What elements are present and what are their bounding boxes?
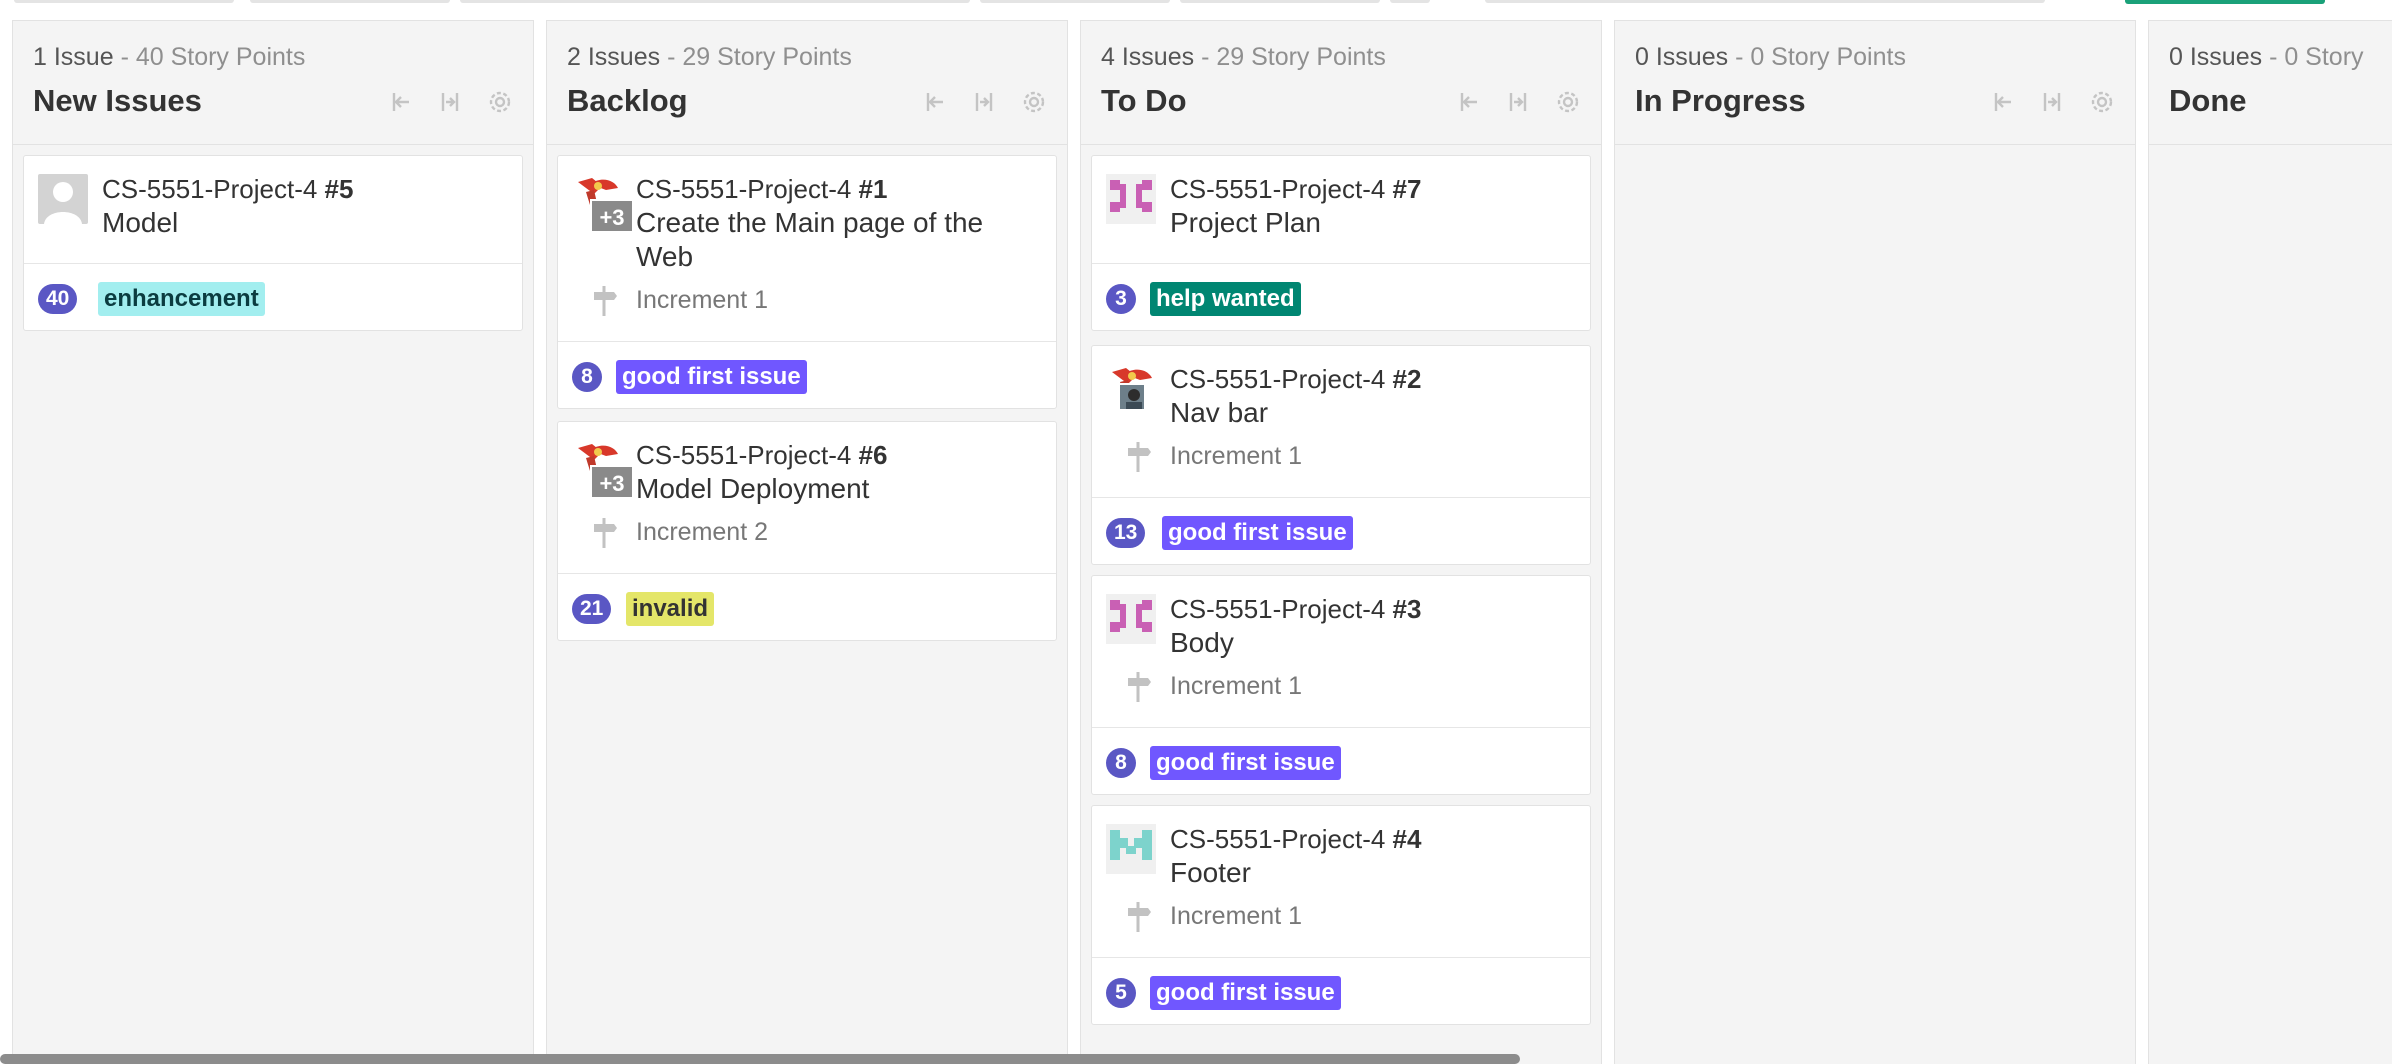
milestone[interactable]: Increment 1 (1128, 442, 1302, 472)
gear-icon[interactable] (2087, 87, 2117, 117)
top-toolbar-edge (0, 0, 2392, 6)
milestone-icon (1128, 442, 1151, 472)
label-good-first-issue[interactable]: good first issue (1150, 976, 1341, 1010)
column-title: New Issues (33, 83, 202, 118)
story-points-badge: 8 (572, 362, 602, 392)
issue-card[interactable]: +3 CS-5551-Project-4 #1 Create the Main … (557, 155, 1057, 409)
issue-card[interactable]: CS-5551-Project-4 #4 Footer Increment 1 … (1091, 805, 1591, 1025)
issue-title[interactable]: Nav bar (1170, 396, 1570, 430)
milestone[interactable]: Increment 1 (1128, 672, 1302, 702)
column-to-do: 4 Issues - 29 Story Points To Do CS-5551… (1080, 20, 1602, 1064)
column-header: 0 Issues - 0 Story Points In Progress (1615, 21, 2135, 145)
milestone-icon (594, 518, 617, 548)
gear-icon[interactable] (1553, 87, 1583, 117)
column-header: 0 Issues - 0 Story Done (2149, 21, 2392, 145)
collapse-left-icon[interactable] (1453, 87, 1483, 117)
label-good-first-issue[interactable]: good first issue (1150, 746, 1341, 780)
collapse-column-icon[interactable] (2037, 87, 2067, 117)
issue-title[interactable]: Model (102, 206, 502, 240)
label-invalid[interactable]: invalid (626, 592, 715, 626)
column-new-issues: 1 Issue - 40 Story Points New Issues CS-… (12, 20, 534, 1064)
column-count: 0 Issues - 0 Story Points (1635, 43, 1906, 71)
extra-assignees-badge: +3 (590, 199, 634, 233)
column-in-progress: 0 Issues - 0 Story Points In Progress (1614, 20, 2136, 1064)
column-title: Done (2169, 83, 2247, 118)
milestone-icon (1128, 902, 1151, 932)
column-title: In Progress (1635, 83, 1806, 118)
collapse-column-icon[interactable] (969, 87, 999, 117)
issue-title[interactable]: Project Plan (1170, 206, 1570, 240)
avatar (38, 174, 88, 224)
story-points-badge: 5 (1106, 978, 1136, 1008)
issue-title[interactable]: Body (1170, 626, 1570, 660)
column-count: 2 Issues - 29 Story Points (567, 43, 852, 71)
collapse-left-icon[interactable] (919, 87, 949, 117)
issue-card[interactable]: CS-5551-Project-4 #3 Body Increment 1 8 … (1091, 575, 1591, 795)
story-points-badge: 8 (1106, 748, 1136, 778)
story-points-badge: 3 (1106, 284, 1136, 314)
issue-title[interactable]: Create the Main page of the Web (636, 206, 1036, 274)
collapse-left-icon[interactable] (1987, 87, 2017, 117)
label-good-first-issue[interactable]: good first issue (1162, 516, 1353, 550)
story-points-badge: 21 (572, 594, 612, 624)
label-help-wanted[interactable]: help wanted (1150, 282, 1301, 316)
gear-icon[interactable] (485, 87, 515, 117)
collapse-column-icon[interactable] (1503, 87, 1533, 117)
column-title: Backlog (567, 83, 688, 118)
issue-reference[interactable]: CS-5551-Project-4 #2 (1170, 364, 1421, 395)
collapse-left-icon[interactable] (385, 87, 415, 117)
issue-card[interactable]: +3 CS-5551-Project-4 #6 Model Deployment… (557, 421, 1057, 641)
milestone[interactable]: Increment 1 (1128, 902, 1302, 932)
column-backlog: 2 Issues - 29 Story Points Backlog +3 CS… (546, 20, 1068, 1064)
story-points-badge: 13 (1106, 518, 1146, 548)
column-title: To Do (1101, 83, 1187, 118)
issue-reference[interactable]: CS-5551-Project-4 #3 (1170, 594, 1421, 625)
issue-title[interactable]: Footer (1170, 856, 1570, 890)
horizontal-scrollbar[interactable] (0, 1054, 1520, 1064)
column-header: 4 Issues - 29 Story Points To Do (1081, 21, 1601, 145)
issue-reference[interactable]: CS-5551-Project-4 #4 (1170, 824, 1421, 855)
milestone-icon (1128, 672, 1151, 702)
issue-reference[interactable]: CS-5551-Project-4 #6 (636, 440, 887, 471)
assignee-photo (1118, 383, 1146, 411)
issue-card[interactable]: CS-5551-Project-4 #5 Model 40 enhancemen… (23, 155, 523, 331)
milestone[interactable]: Increment 2 (594, 518, 768, 548)
column-done: 0 Issues - 0 Story Done (2148, 20, 2392, 1064)
collapse-column-icon[interactable] (435, 87, 465, 117)
milestone-icon (594, 286, 617, 316)
column-count: 4 Issues - 29 Story Points (1101, 43, 1386, 71)
issue-reference[interactable]: CS-5551-Project-4 #5 (102, 174, 353, 205)
label-enhancement[interactable]: enhancement (98, 282, 265, 316)
avatar (1106, 174, 1156, 224)
issue-card[interactable]: CS-5551-Project-4 #7 Project Plan 3 help… (1091, 155, 1591, 331)
issue-reference[interactable]: CS-5551-Project-4 #1 (636, 174, 887, 205)
issue-title[interactable]: Model Deployment (636, 472, 1036, 506)
avatar (1106, 594, 1156, 644)
issue-card[interactable]: CS-5551-Project-4 #2 Nav bar Increment 1… (1091, 345, 1591, 565)
issue-reference[interactable]: CS-5551-Project-4 #7 (1170, 174, 1421, 205)
column-count: 0 Issues - 0 Story (2169, 43, 2364, 71)
story-points-badge: 40 (38, 284, 78, 314)
column-count: 1 Issue - 40 Story Points (33, 43, 306, 71)
gear-icon[interactable] (1019, 87, 1049, 117)
column-header: 2 Issues - 29 Story Points Backlog (547, 21, 1067, 145)
avatar (1106, 824, 1156, 874)
column-header: 1 Issue - 40 Story Points New Issues (13, 21, 533, 145)
extra-assignees-badge: +3 (590, 465, 634, 499)
label-good-first-issue[interactable]: good first issue (616, 360, 807, 394)
milestone[interactable]: Increment 1 (594, 286, 768, 316)
